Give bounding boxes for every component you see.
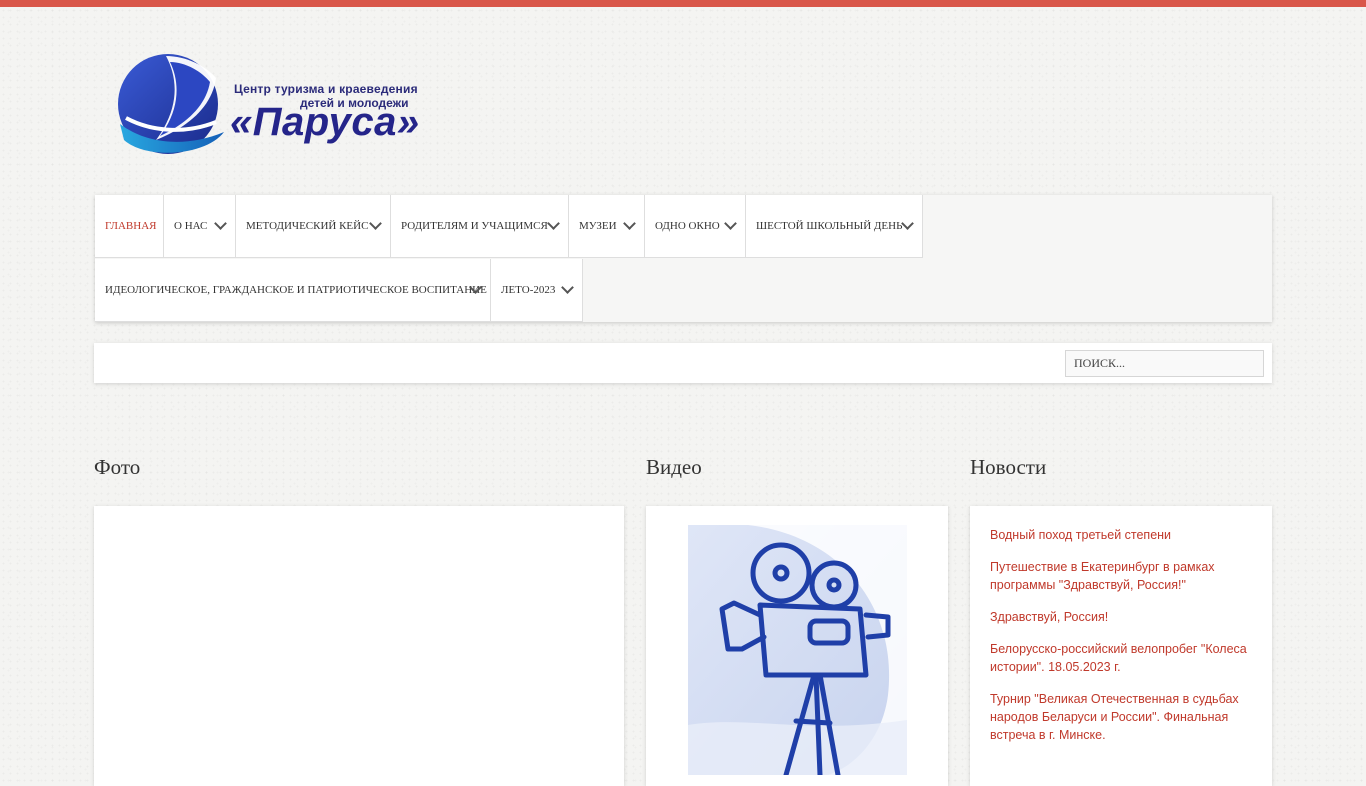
site-logo[interactable]: Центр туризма и краеведения детей и моло…	[116, 48, 426, 166]
news-item: Водный поход третьей степени	[990, 526, 1252, 544]
nav-item-home[interactable]: Главная	[95, 195, 164, 258]
nav-item-ideological-education[interactable]: Идеологическое, гражданское и патриотиче…	[95, 259, 491, 322]
news-link[interactable]: Турнир "Великая Отечественная в судьбах …	[990, 692, 1239, 742]
nav-item-label: Родителям и учащимся	[401, 220, 548, 232]
nav-item-label: Лето-2023	[501, 284, 556, 296]
chevron-down-icon	[901, 217, 914, 230]
video-panel	[646, 506, 948, 786]
news-link[interactable]: Путешествие в Екатеринбург в рамках прог…	[990, 560, 1215, 592]
news-list: Водный поход третьей степени Путешествие…	[990, 526, 1252, 758]
nav-item-sixth-school-day[interactable]: Шестой школьный день	[746, 195, 923, 258]
search-input[interactable]	[1065, 350, 1264, 377]
video-section-title: Видео	[646, 455, 702, 479]
search-bar	[94, 343, 1272, 383]
nav-item-label: О нас	[174, 220, 208, 232]
chevron-down-icon	[214, 217, 227, 230]
news-link[interactable]: Водный поход третьей степени	[990, 528, 1171, 542]
video-thumbnail[interactable]	[688, 525, 907, 775]
top-accent-bar	[0, 0, 1366, 7]
chevron-down-icon	[547, 217, 560, 230]
main-navigation: Главная О нас Методический кейс Родителя…	[95, 195, 1272, 322]
nav-item-label: Шестой школьный день	[756, 220, 903, 232]
nav-item-label: Музеи	[579, 220, 617, 232]
nav-item-museums[interactable]: Музеи	[569, 195, 645, 258]
chevron-down-icon	[369, 217, 382, 230]
chevron-down-icon	[724, 217, 737, 230]
news-item: Белорусско-российский велопробег "Колеса…	[990, 640, 1252, 676]
nav-item-one-window[interactable]: Одно окно	[645, 195, 746, 258]
news-panel: Водный поход третьей степени Путешествие…	[970, 506, 1272, 786]
nav-item-label: Главная	[105, 220, 157, 232]
chevron-down-icon	[623, 217, 636, 230]
news-section-title: Новости	[970, 455, 1047, 479]
logo-tagline-line1: Центр туризма и краеведения	[234, 82, 418, 96]
logo-name: «Паруса»	[230, 100, 420, 144]
movie-camera-icon	[688, 525, 907, 775]
photo-section-title: Фото	[94, 455, 141, 479]
nav-item-summer-2023[interactable]: Лето-2023	[491, 259, 583, 322]
news-item: Турнир "Великая Отечественная в судьбах …	[990, 690, 1252, 744]
news-item: Путешествие в Екатеринбург в рамках прог…	[990, 558, 1252, 594]
nav-item-label: Одно окно	[655, 220, 720, 232]
sail-emblem-icon	[118, 54, 224, 154]
news-link[interactable]: Здравствуй, Россия!	[990, 610, 1108, 624]
news-link[interactable]: Белорусско-российский велопробег "Колеса…	[990, 642, 1247, 674]
nav-item-parents-students[interactable]: Родителям и учащимся	[391, 195, 569, 258]
photo-panel	[94, 506, 624, 786]
news-item: Здравствуй, Россия!	[990, 608, 1252, 626]
nav-item-label: Методический кейс	[246, 220, 369, 232]
chevron-down-icon	[561, 281, 574, 294]
nav-item-label: Идеологическое, гражданское и патриотиче…	[105, 284, 487, 296]
nav-item-about[interactable]: О нас	[164, 195, 236, 258]
nav-item-methodical-case[interactable]: Методический кейс	[236, 195, 391, 258]
